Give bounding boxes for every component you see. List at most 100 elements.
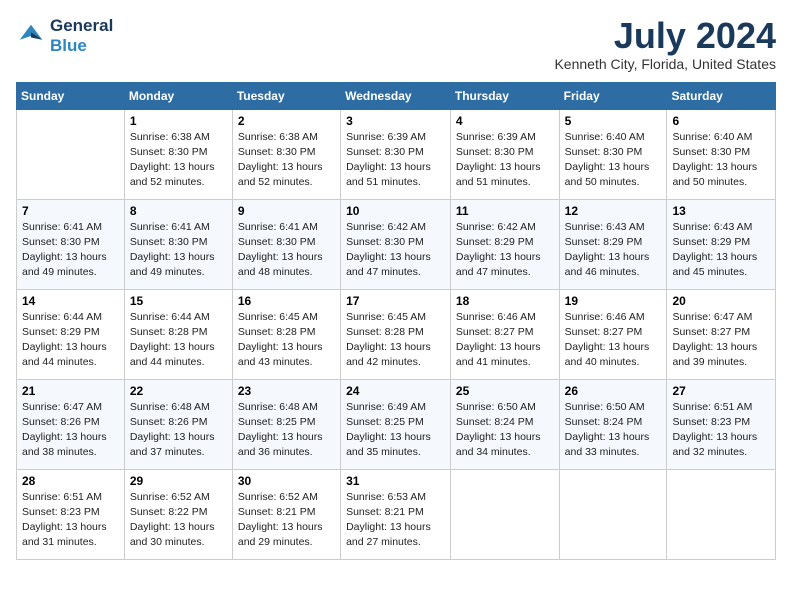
calendar-cell: 13 Sunrise: 6:43 AMSunset: 8:29 PMDaylig… — [667, 199, 776, 289]
day-info: Sunrise: 6:43 AMSunset: 8:29 PMDaylight:… — [565, 220, 662, 281]
day-number: 10 — [346, 204, 445, 218]
weekday-header-cell: Monday — [124, 82, 232, 109]
weekday-header-row: SundayMondayTuesdayWednesdayThursdayFrid… — [17, 82, 776, 109]
weekday-header-cell: Friday — [559, 82, 667, 109]
day-info: Sunrise: 6:46 AMSunset: 8:27 PMDaylight:… — [565, 310, 662, 371]
day-info: Sunrise: 6:51 AMSunset: 8:23 PMDaylight:… — [22, 490, 119, 551]
weekday-header-cell: Tuesday — [232, 82, 340, 109]
day-number: 24 — [346, 384, 445, 398]
day-info: Sunrise: 6:43 AMSunset: 8:29 PMDaylight:… — [672, 220, 770, 281]
day-info: Sunrise: 6:38 AMSunset: 8:30 PMDaylight:… — [130, 130, 227, 191]
day-info: Sunrise: 6:40 AMSunset: 8:30 PMDaylight:… — [672, 130, 770, 191]
day-info: Sunrise: 6:41 AMSunset: 8:30 PMDaylight:… — [22, 220, 119, 281]
day-number: 3 — [346, 114, 445, 128]
calendar-cell: 8 Sunrise: 6:41 AMSunset: 8:30 PMDayligh… — [124, 199, 232, 289]
day-info: Sunrise: 6:38 AMSunset: 8:30 PMDaylight:… — [238, 130, 335, 191]
calendar-week-row: 21 Sunrise: 6:47 AMSunset: 8:26 PMDaylig… — [17, 379, 776, 469]
day-number: 14 — [22, 294, 119, 308]
day-info: Sunrise: 6:47 AMSunset: 8:26 PMDaylight:… — [22, 400, 119, 461]
day-info: Sunrise: 6:41 AMSunset: 8:30 PMDaylight:… — [130, 220, 227, 281]
day-number: 23 — [238, 384, 335, 398]
day-info: Sunrise: 6:50 AMSunset: 8:24 PMDaylight:… — [565, 400, 662, 461]
day-number: 1 — [130, 114, 227, 128]
calendar-cell: 4 Sunrise: 6:39 AMSunset: 8:30 PMDayligh… — [450, 109, 559, 199]
calendar-cell: 20 Sunrise: 6:47 AMSunset: 8:27 PMDaylig… — [667, 289, 776, 379]
calendar-cell: 7 Sunrise: 6:41 AMSunset: 8:30 PMDayligh… — [17, 199, 125, 289]
day-number: 9 — [238, 204, 335, 218]
day-info: Sunrise: 6:39 AMSunset: 8:30 PMDaylight:… — [346, 130, 445, 191]
calendar-cell: 9 Sunrise: 6:41 AMSunset: 8:30 PMDayligh… — [232, 199, 340, 289]
calendar-cell: 24 Sunrise: 6:49 AMSunset: 8:25 PMDaylig… — [341, 379, 451, 469]
day-number: 8 — [130, 204, 227, 218]
day-info: Sunrise: 6:44 AMSunset: 8:29 PMDaylight:… — [22, 310, 119, 371]
day-number: 21 — [22, 384, 119, 398]
calendar-cell: 29 Sunrise: 6:52 AMSunset: 8:22 PMDaylig… — [124, 469, 232, 559]
day-info: Sunrise: 6:40 AMSunset: 8:30 PMDaylight:… — [565, 130, 662, 191]
calendar-cell: 11 Sunrise: 6:42 AMSunset: 8:29 PMDaylig… — [450, 199, 559, 289]
calendar-cell: 10 Sunrise: 6:42 AMSunset: 8:30 PMDaylig… — [341, 199, 451, 289]
day-number: 17 — [346, 294, 445, 308]
title-area: July 2024 Kenneth City, Florida, United … — [554, 16, 776, 72]
calendar-cell: 3 Sunrise: 6:39 AMSunset: 8:30 PMDayligh… — [341, 109, 451, 199]
day-info: Sunrise: 6:48 AMSunset: 8:26 PMDaylight:… — [130, 400, 227, 461]
calendar-cell: 23 Sunrise: 6:48 AMSunset: 8:25 PMDaylig… — [232, 379, 340, 469]
logo-icon — [16, 21, 46, 51]
calendar-cell: 6 Sunrise: 6:40 AMSunset: 8:30 PMDayligh… — [667, 109, 776, 199]
calendar-cell: 2 Sunrise: 6:38 AMSunset: 8:30 PMDayligh… — [232, 109, 340, 199]
calendar-body: 1 Sunrise: 6:38 AMSunset: 8:30 PMDayligh… — [17, 109, 776, 559]
day-number: 31 — [346, 474, 445, 488]
day-number: 6 — [672, 114, 770, 128]
day-info: Sunrise: 6:42 AMSunset: 8:30 PMDaylight:… — [346, 220, 445, 281]
calendar-cell: 18 Sunrise: 6:46 AMSunset: 8:27 PMDaylig… — [450, 289, 559, 379]
location-title: Kenneth City, Florida, United States — [554, 56, 776, 72]
logo: General Blue — [16, 16, 113, 56]
day-info: Sunrise: 6:50 AMSunset: 8:24 PMDaylight:… — [456, 400, 554, 461]
calendar-cell — [559, 469, 667, 559]
day-number: 28 — [22, 474, 119, 488]
calendar-week-row: 1 Sunrise: 6:38 AMSunset: 8:30 PMDayligh… — [17, 109, 776, 199]
calendar-cell: 12 Sunrise: 6:43 AMSunset: 8:29 PMDaylig… — [559, 199, 667, 289]
day-number: 30 — [238, 474, 335, 488]
calendar-cell — [667, 469, 776, 559]
day-info: Sunrise: 6:46 AMSunset: 8:27 PMDaylight:… — [456, 310, 554, 371]
calendar-cell: 17 Sunrise: 6:45 AMSunset: 8:28 PMDaylig… — [341, 289, 451, 379]
header: General Blue July 2024 Kenneth City, Flo… — [16, 16, 776, 72]
weekday-header-cell: Saturday — [667, 82, 776, 109]
calendar-cell: 22 Sunrise: 6:48 AMSunset: 8:26 PMDaylig… — [124, 379, 232, 469]
calendar-cell: 25 Sunrise: 6:50 AMSunset: 8:24 PMDaylig… — [450, 379, 559, 469]
calendar-cell: 26 Sunrise: 6:50 AMSunset: 8:24 PMDaylig… — [559, 379, 667, 469]
day-number: 5 — [565, 114, 662, 128]
day-number: 7 — [22, 204, 119, 218]
calendar-cell: 30 Sunrise: 6:52 AMSunset: 8:21 PMDaylig… — [232, 469, 340, 559]
day-info: Sunrise: 6:52 AMSunset: 8:21 PMDaylight:… — [238, 490, 335, 551]
calendar-cell — [450, 469, 559, 559]
calendar-cell: 15 Sunrise: 6:44 AMSunset: 8:28 PMDaylig… — [124, 289, 232, 379]
weekday-header-cell: Wednesday — [341, 82, 451, 109]
day-number: 4 — [456, 114, 554, 128]
day-number: 26 — [565, 384, 662, 398]
day-number: 16 — [238, 294, 335, 308]
day-info: Sunrise: 6:48 AMSunset: 8:25 PMDaylight:… — [238, 400, 335, 461]
calendar-cell: 14 Sunrise: 6:44 AMSunset: 8:29 PMDaylig… — [17, 289, 125, 379]
month-title: July 2024 — [554, 16, 776, 56]
calendar-cell — [17, 109, 125, 199]
calendar-cell: 5 Sunrise: 6:40 AMSunset: 8:30 PMDayligh… — [559, 109, 667, 199]
day-number: 29 — [130, 474, 227, 488]
day-number: 22 — [130, 384, 227, 398]
day-info: Sunrise: 6:49 AMSunset: 8:25 PMDaylight:… — [346, 400, 445, 461]
day-number: 2 — [238, 114, 335, 128]
day-info: Sunrise: 6:44 AMSunset: 8:28 PMDaylight:… — [130, 310, 227, 371]
day-number: 15 — [130, 294, 227, 308]
day-info: Sunrise: 6:41 AMSunset: 8:30 PMDaylight:… — [238, 220, 335, 281]
logo-text: General Blue — [50, 16, 113, 56]
day-number: 12 — [565, 204, 662, 218]
day-number: 13 — [672, 204, 770, 218]
day-number: 19 — [565, 294, 662, 308]
day-info: Sunrise: 6:39 AMSunset: 8:30 PMDaylight:… — [456, 130, 554, 191]
calendar-cell: 28 Sunrise: 6:51 AMSunset: 8:23 PMDaylig… — [17, 469, 125, 559]
day-number: 27 — [672, 384, 770, 398]
calendar-week-row: 14 Sunrise: 6:44 AMSunset: 8:29 PMDaylig… — [17, 289, 776, 379]
calendar-cell: 19 Sunrise: 6:46 AMSunset: 8:27 PMDaylig… — [559, 289, 667, 379]
calendar-cell: 1 Sunrise: 6:38 AMSunset: 8:30 PMDayligh… — [124, 109, 232, 199]
weekday-header-cell: Thursday — [450, 82, 559, 109]
